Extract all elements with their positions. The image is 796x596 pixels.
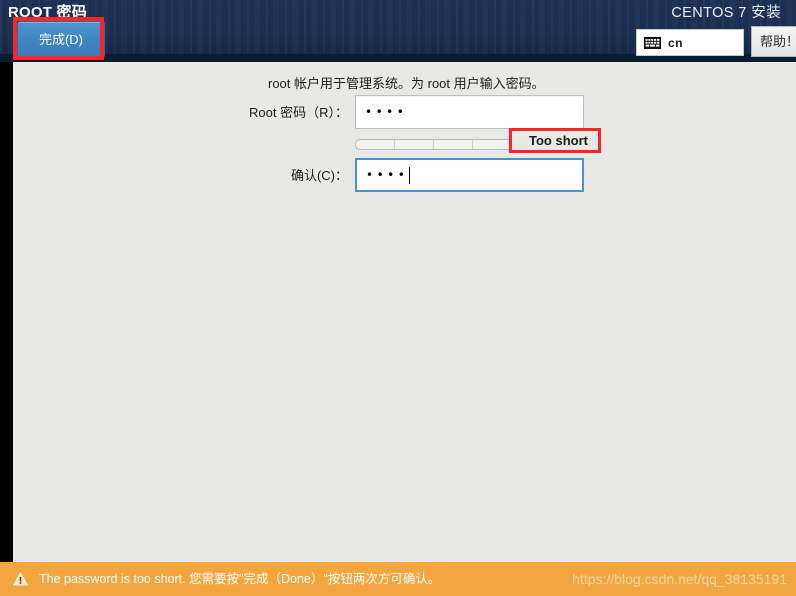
confirm-password-label: 确认(C)： (290, 168, 348, 183)
warning-status-bar: The password is too short. 您需要按"完成（Done）… (0, 562, 796, 596)
help-button[interactable]: 帮助！ (751, 26, 796, 57)
left-edge-strip (0, 62, 13, 562)
text-caret (409, 166, 411, 184)
strength-segment (473, 140, 511, 149)
keyboard-layout-label: cn (668, 35, 684, 50)
confirm-password-input[interactable]: •••• (355, 158, 584, 192)
root-password-label: Root 密码（R）： (249, 105, 348, 120)
keyboard-icon (644, 36, 661, 49)
install-title: CENTOS 7 安装 (671, 5, 781, 21)
strength-segment (434, 140, 473, 149)
strength-segment (356, 140, 395, 149)
description-text: root 帐户用于管理系统。为 root 用户输入密码。 (268, 76, 545, 91)
keyboard-layout-indicator[interactable]: cn (636, 29, 744, 56)
password-strength-row: Too short (13, 128, 796, 155)
root-password-input[interactable]: •••• (355, 95, 584, 129)
centos-installer-window: ROOT 密码 完成(D) CENTOS 7 安装 cn 帮助！ root 帐户… (0, 0, 796, 596)
confirm-password-row: 确认(C)： •••• (13, 158, 796, 194)
installer-header: ROOT 密码 完成(D) CENTOS 7 安装 cn 帮助！ (0, 0, 796, 62)
root-password-value: •••• (365, 105, 408, 119)
password-strength-meter (355, 139, 512, 150)
warning-message: The password is too short. 您需要按"完成（Done）… (39, 572, 441, 586)
confirm-password-value: •••• (366, 168, 409, 182)
password-strength-label: Too short (529, 133, 588, 148)
warning-triangle-icon (13, 572, 28, 586)
strength-segment (395, 140, 434, 149)
watermark-url: https://blog.csdn.net/qq_38135191 (572, 571, 787, 587)
root-password-row: Root 密码（R）： •••• (13, 95, 796, 131)
done-button[interactable]: 完成(D) (17, 21, 105, 58)
main-content: root 帐户用于管理系统。为 root 用户输入密码。 Root 密码（R）：… (13, 62, 796, 562)
page-title: ROOT 密码 (8, 4, 87, 21)
